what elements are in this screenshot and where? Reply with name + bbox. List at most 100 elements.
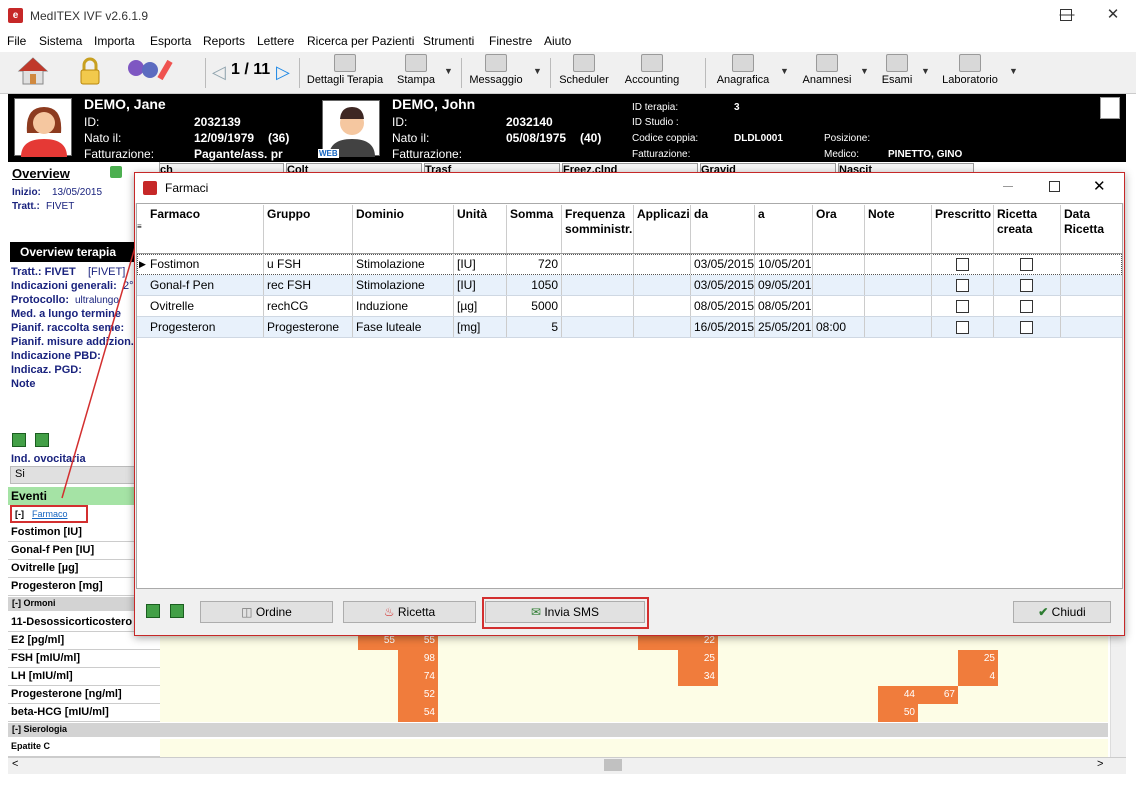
add-m-icon[interactable] — [12, 433, 26, 447]
lock-button[interactable] — [78, 56, 102, 86]
ricetta-button[interactable]: ♨ Ricetta — [343, 601, 476, 623]
col-ora[interactable]: Ora — [813, 205, 865, 253]
menu-sistema[interactable]: Sistema — [39, 34, 82, 48]
chevron-down-icon[interactable]: ▼ — [1009, 66, 1018, 76]
value-cell[interactable]: 25 — [958, 650, 998, 668]
dialog-maximize-icon[interactable] — [1049, 181, 1060, 192]
ordine-button[interactable]: ◫ Ordine — [200, 601, 333, 623]
chevron-down-icon[interactable]: ▼ — [921, 66, 930, 76]
ricetta-checkbox[interactable] — [1020, 300, 1033, 313]
esami-button[interactable]: Esami — [878, 54, 916, 92]
cell-gruppo[interactable]: Progesterone — [264, 317, 353, 337]
scrollbar-thumb[interactable] — [604, 759, 622, 771]
value-cell[interactable]: 67 — [918, 686, 958, 704]
cell-ora[interactable] — [813, 254, 865, 274]
remove-m-icon[interactable] — [35, 433, 49, 447]
dialog-minimize-icon[interactable] — [1003, 186, 1013, 187]
cell-a[interactable]: 09/05/2015 — [755, 275, 813, 295]
value-cell[interactable]: 74 — [398, 668, 438, 686]
cell-gruppo[interactable]: u FSH — [264, 254, 353, 274]
cell-unita[interactable]: [µg] — [454, 296, 507, 316]
col-prescritto[interactable]: Prescritto — [932, 205, 994, 253]
stampa-button[interactable]: Stampa — [393, 54, 439, 92]
cell-dominio[interactable]: Fase luteale — [353, 317, 454, 337]
col-ricetta-creata[interactable]: Ricetta creata — [994, 205, 1061, 253]
remove-m-icon[interactable] — [170, 604, 184, 618]
cell-da[interactable]: 03/05/2015 — [691, 275, 755, 295]
cell-frequenza[interactable] — [562, 296, 634, 316]
cell-frequenza[interactable] — [562, 254, 634, 274]
menu-importa[interactable]: Importa — [94, 34, 135, 48]
menu-ricerca[interactable]: Ricerca per Pazienti — [307, 34, 414, 48]
cell-farmaco[interactable]: Progesteron — [147, 317, 264, 337]
cell-dominio[interactable]: Stimolazione — [353, 275, 454, 295]
dettagli-terapia-button[interactable]: Dettagli Terapia — [305, 54, 385, 92]
menu-lettere[interactable]: Lettere — [257, 34, 294, 48]
chevron-down-icon[interactable]: ▼ — [860, 66, 869, 76]
cell-applicazione[interactable] — [634, 254, 691, 274]
cell-ora[interactable] — [813, 296, 865, 316]
value-cell[interactable]: 98 — [398, 650, 438, 668]
cell-a[interactable]: 08/05/2015 — [755, 296, 813, 316]
cell-ora[interactable] — [813, 275, 865, 295]
col-dominio[interactable]: Dominio — [353, 205, 454, 253]
cell-farmaco[interactable]: Ovitrelle — [147, 296, 264, 316]
cell-somma[interactable]: 720 — [507, 254, 562, 274]
thumbs-up-icon[interactable] — [110, 166, 122, 178]
col-da[interactable]: da — [691, 205, 755, 253]
col-applicazione[interactable]: Applicazione — [634, 205, 691, 253]
value-cell[interactable]: 25 — [678, 650, 718, 668]
value-cell[interactable]: 44 — [878, 686, 918, 704]
prescritto-checkbox[interactable] — [956, 258, 969, 271]
dialog-close-icon[interactable]: ✕ — [1093, 177, 1106, 195]
prev-arrow-icon[interactable]: ◁ — [212, 62, 226, 83]
col-unita[interactable]: Unità — [454, 205, 507, 253]
next-arrow-icon[interactable]: ▷ — [276, 62, 290, 83]
cell-unita[interactable]: [IU] — [454, 254, 507, 274]
accounting-button[interactable]: Accounting — [620, 54, 684, 92]
col-note[interactable]: Note — [865, 205, 932, 253]
ricetta-checkbox[interactable] — [1020, 279, 1033, 292]
menu-aiuto[interactable]: Aiuto — [544, 34, 571, 48]
cell-somma[interactable]: 1050 — [507, 275, 562, 295]
cell-frequenza[interactable] — [562, 317, 634, 337]
cell-applicazione[interactable] — [634, 317, 691, 337]
scroll-left-icon[interactable]: < — [12, 758, 18, 770]
laboratorio-button[interactable]: Laboratorio — [939, 54, 1001, 92]
chevron-down-icon[interactable]: ▼ — [780, 66, 789, 76]
menu-finestre[interactable]: Finestre — [489, 34, 532, 48]
anagrafica-button[interactable]: Anagrafica — [714, 54, 772, 92]
cell-note[interactable] — [865, 296, 932, 316]
menu-file[interactable]: File — [7, 34, 26, 48]
prescritto-checkbox[interactable] — [956, 300, 969, 313]
cell-frequenza[interactable] — [562, 275, 634, 295]
menu-reports[interactable]: Reports — [203, 34, 245, 48]
chevron-down-icon[interactable]: ▼ — [444, 66, 453, 76]
col-data-ricetta[interactable]: Data Ricetta — [1061, 205, 1122, 253]
cell-note[interactable] — [865, 317, 932, 337]
cell-note[interactable] — [865, 275, 932, 295]
cell-applicazione[interactable] — [634, 275, 691, 295]
cell-gruppo[interactable]: rechCG — [264, 296, 353, 316]
cell-farmaco[interactable]: Fostimon — [147, 254, 264, 274]
chiudi-button[interactable]: ✔ Chiudi — [1013, 601, 1111, 623]
cell-da[interactable]: 08/05/2015 — [691, 296, 755, 316]
cell-somma[interactable]: 5 — [507, 317, 562, 337]
cell-da[interactable]: 16/05/2015 — [691, 317, 755, 337]
col-frequenza[interactable]: Frequenza somministr. — [562, 205, 634, 253]
messaggio-button[interactable]: Messaggio — [467, 54, 525, 92]
sierologia-section[interactable]: [-] Sierologia — [8, 723, 1108, 737]
cell-da[interactable]: 03/05/2015 — [691, 254, 755, 274]
chevron-down-icon[interactable]: ▼ — [533, 66, 542, 76]
ricetta-checkbox[interactable] — [1020, 258, 1033, 271]
cell-unita[interactable]: [mg] — [454, 317, 507, 337]
cell-somma[interactable]: 5000 — [507, 296, 562, 316]
cell-note[interactable] — [865, 254, 932, 274]
col-a[interactable]: a — [755, 205, 813, 253]
value-cell[interactable]: 4 — [958, 668, 998, 686]
cell-unita[interactable]: [IU] — [454, 275, 507, 295]
couple-search-button[interactable] — [122, 56, 178, 86]
cell-applicazione[interactable] — [634, 296, 691, 316]
value-cell[interactable]: 50 — [878, 704, 918, 722]
horizontal-scrollbar[interactable] — [8, 757, 1126, 774]
